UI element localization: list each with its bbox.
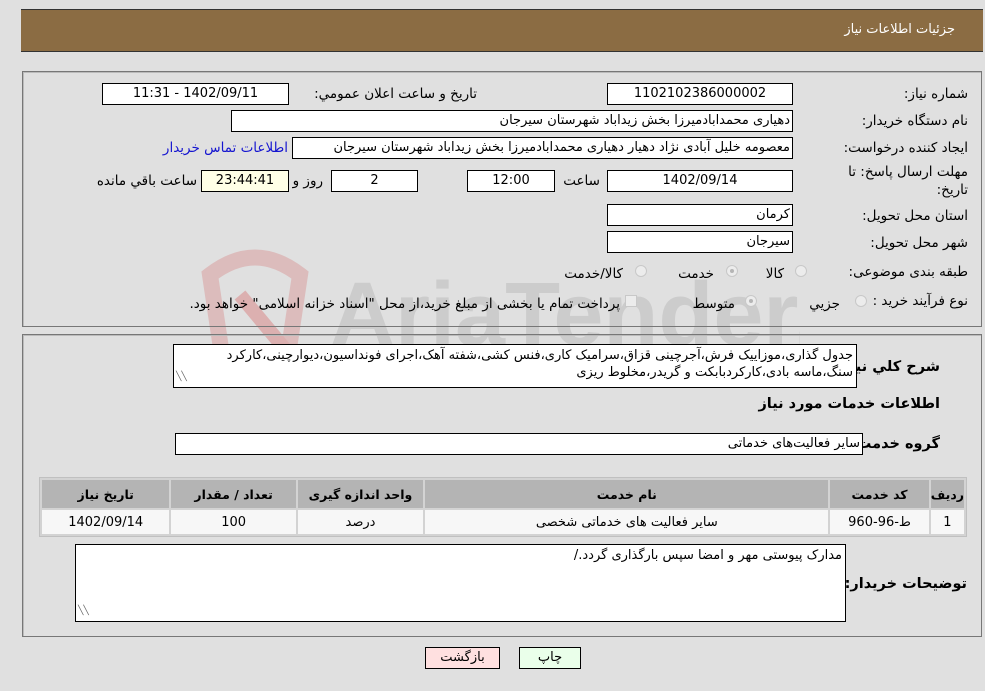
resize-grip-icon[interactable]: ╲╲ [176,369,187,386]
cell-unit: درصد [297,510,424,534]
cell-service-name: سایر فعالیت های خدماتی شخصی [425,510,829,534]
resize-grip-icon[interactable]: ╲╲ [78,603,89,620]
province-field[interactable]: کرمان [607,204,793,226]
deadline-label: مهلت ارسال پاسخ: تا تاریخ: [848,164,968,198]
remaining-time-label: ساعت باقي مانده [96,173,197,189]
deadline-time-field[interactable]: 12:00 [467,170,555,192]
cell-need-date: 1402/09/14 [42,510,170,534]
category-label: طبقه بندی موضوعی: [848,264,968,280]
announce-datetime-label: تاریخ و ساعت اعلان عمومي: [314,86,477,102]
buyer-notes-text: مدارک پیوستی مهر و امضا سپس بارگذاری گرد… [573,548,842,563]
cell-row-number: 1 [930,510,964,534]
category-option-service: خدمت [678,266,714,282]
service-group-field[interactable]: سایر فعالیت‌های خدماتی [175,433,863,455]
table-row: 1 ط-96-960 سایر فعالیت های خدماتی شخصی د… [42,510,964,534]
need-number-field[interactable]: 1102102386000002 [607,83,793,105]
col-service-code: کد خدمت [830,480,929,508]
table-header-row: ردیف کد خدمت نام خدمت واحد اندازه گیری ت… [42,480,964,508]
buyer-org-label: نام دستگاه خریدار: [861,113,968,129]
purchase-type-label: نوع فرآیند خرید : [872,293,968,309]
description-textarea[interactable]: جدول گذاری،موزاییک فرش،آجرچینی قزاق،سرام… [173,344,857,388]
treasury-checkbox-label: پرداخت تمام یا بخشی از مبلغ خرید،از محل … [189,296,620,312]
purchase-radio-minor[interactable] [855,295,867,307]
purchase-radio-medium[interactable] [745,295,757,307]
city-label: شهر محل تحویل: [870,235,968,251]
print-button[interactable]: چاپ [519,647,581,669]
deadline-date-field[interactable]: 1402/09/14 [607,170,793,192]
buyer-contact-link[interactable]: اطلاعات تماس خریدار [163,140,288,156]
category-radio-service[interactable] [726,265,738,277]
page-header: جزئیات اطلاعات نیاز [21,9,983,52]
page-title: جزئیات اطلاعات نیاز [844,22,955,37]
buyer-notes-label: توضیحات خریدار: [844,576,967,592]
announce-datetime-field[interactable]: 1402/09/11 - 11:31 [102,83,289,105]
purchase-option-medium: متوسط [692,296,735,312]
category-radio-goods-service[interactable] [635,265,647,277]
deadline-time-label: ساعت [563,173,600,189]
col-quantity: تعداد / مقدار [171,480,296,508]
cell-quantity: 100 [171,510,296,534]
col-need-date: تاریخ نیاز [42,480,170,508]
remaining-days-field[interactable]: 2 [331,170,418,192]
requester-field[interactable]: معصومه خلیل آبادی نژاد دهیار دهیاری محمد… [292,137,793,159]
requester-label: ایجاد کننده درخواست: [843,140,968,156]
services-section-title: اطلاعات خدمات مورد نیاز [758,396,940,412]
buyer-org-field[interactable]: دهیاری محمدابادمیرزا بخش زیداباد شهرستان… [231,110,793,132]
buyer-notes-textarea[interactable]: مدارک پیوستی مهر و امضا سپس بارگذاری گرد… [75,544,846,622]
city-field[interactable]: سیرجان [607,231,793,253]
category-option-goods-service: کالا/خدمت [564,266,623,282]
description-text: جدول گذاری،موزاییک فرش،آجرچینی قزاق،سرام… [226,348,853,380]
services-table: ردیف کد خدمت نام خدمت واحد اندازه گیری ت… [39,477,967,537]
need-number-label: شماره نیاز: [903,86,968,102]
cell-service-code: ط-96-960 [830,510,929,534]
category-option-goods: کالا [765,266,784,282]
province-label: استان محل تحویل: [862,208,968,224]
col-row-number: ردیف [930,480,964,508]
col-service-name: نام خدمت [425,480,829,508]
treasury-checkbox[interactable] [625,295,637,307]
purchase-option-minor: جزیي [809,296,840,312]
remaining-time-field: 23:44:41 [201,170,289,192]
col-unit: واحد اندازه گیری [297,480,424,508]
back-button[interactable]: بازگشت [425,647,500,669]
service-group-label: گروه خدمت: [850,436,940,452]
category-radio-goods[interactable] [795,265,807,277]
days-label: روز و [292,173,323,189]
